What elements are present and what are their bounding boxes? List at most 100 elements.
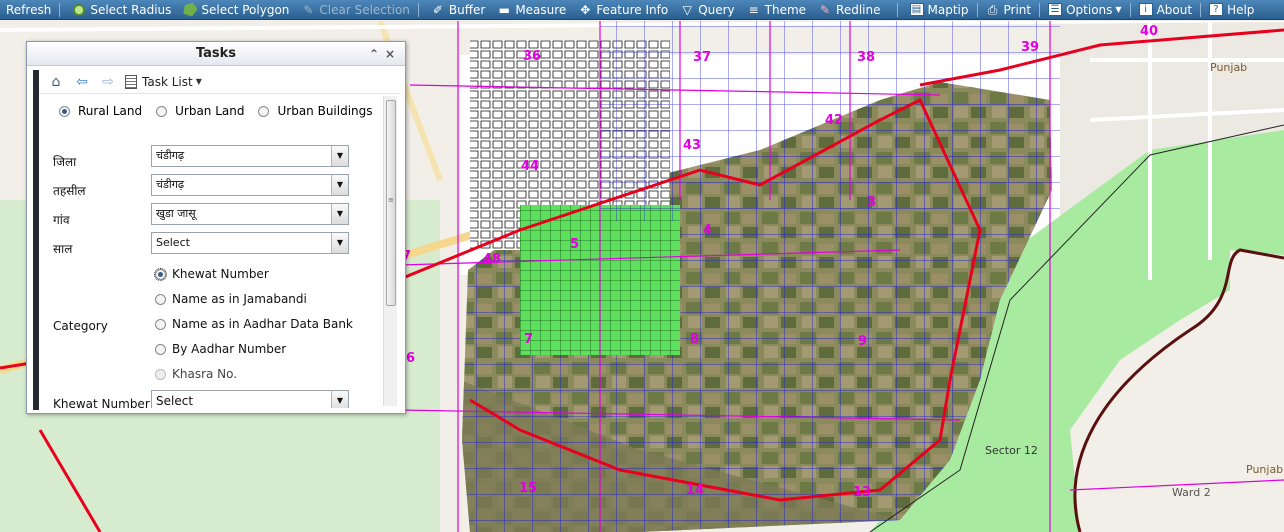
- khewat-number-select[interactable]: Select ▼: [151, 390, 349, 408]
- tehsil-label: तहसील: [53, 184, 86, 198]
- radio-button[interactable]: [155, 293, 166, 305]
- forward-arrow-icon[interactable]: ⇨: [99, 74, 117, 90]
- radio-button[interactable]: [155, 318, 166, 330]
- category-name-jamabandi[interactable]: Name as in Jamabandi: [155, 292, 307, 306]
- clear-selection-button[interactable]: ✎ Clear Selection: [295, 0, 416, 20]
- maptip-icon: ▤: [909, 3, 924, 16]
- task-navigation-bar: ⌂ ⇦ ⇨ Task List ▼: [39, 70, 399, 94]
- map-label-14: 14: [686, 483, 704, 498]
- radio-urban-land[interactable]: Urban Land: [156, 104, 244, 118]
- category-name-aadhar[interactable]: Name as in Aadhar Data Bank: [155, 317, 353, 331]
- category-khasra-no[interactable]: Khasra No.: [155, 367, 237, 381]
- buffer-icon: ✐: [432, 2, 443, 17]
- redline-button[interactable]: ✎ Redline: [812, 0, 886, 20]
- radio-urban-buildings[interactable]: Urban Buildings: [258, 104, 373, 118]
- radio-button[interactable]: [154, 267, 167, 281]
- category-aadhar-number[interactable]: By Aadhar Number: [155, 342, 286, 356]
- select-radius-icon: [72, 2, 87, 17]
- select-polygon-icon: [183, 2, 198, 17]
- radio-button[interactable]: [156, 105, 168, 117]
- map-toolbar: Refresh Select Radius Select Polygon ✎ C…: [0, 0, 1284, 20]
- map-label-15: 15: [519, 481, 537, 496]
- map-label-3: 3: [867, 195, 876, 210]
- year-label: साल: [53, 242, 73, 256]
- select-polygon-button[interactable]: Select Polygon: [177, 0, 295, 20]
- print-button[interactable]: ⎙ Print: [980, 0, 1038, 20]
- map-label-9: 9: [858, 334, 867, 349]
- chevron-down-icon[interactable]: ▼: [331, 391, 348, 408]
- ward-2-label: Ward 2: [1172, 486, 1211, 499]
- punjab-label: Punjab: [1210, 61, 1247, 74]
- map-label-6: 6: [406, 351, 415, 366]
- toolbar-separator: [417, 2, 419, 17]
- task-list-button[interactable]: Task List ▼: [125, 74, 202, 89]
- map-label-13: 13: [853, 485, 871, 500]
- category-label: Category: [53, 319, 108, 333]
- year-select[interactable]: Select ▼: [151, 232, 349, 254]
- select-radius-button[interactable]: Select Radius: [66, 0, 177, 20]
- village-select[interactable]: खुडा जासू ▼: [151, 203, 349, 225]
- back-arrow-icon[interactable]: ⇦: [73, 74, 91, 90]
- radio-button[interactable]: [155, 368, 166, 380]
- map-label-40: 40: [1140, 24, 1158, 39]
- toolbar-separator: [1200, 2, 1202, 17]
- radio-button[interactable]: [59, 105, 70, 117]
- map-label-36: 36: [523, 49, 541, 64]
- chevron-down-icon[interactable]: ▼: [331, 146, 348, 166]
- map-label-5: 5: [570, 237, 579, 252]
- home-icon[interactable]: ⌂: [47, 74, 65, 90]
- toolbar-separator: [1129, 2, 1131, 17]
- refresh-button[interactable]: Refresh: [0, 0, 57, 20]
- task-form-scrollbar[interactable]: ≡: [383, 96, 397, 406]
- theme-icon: ≡: [748, 2, 759, 17]
- chevron-down-icon[interactable]: ▼: [331, 204, 348, 224]
- tasks-panel-header[interactable]: Tasks ⌃ ×: [27, 42, 405, 66]
- category-khewat-number[interactable]: Khewat Number: [154, 267, 269, 281]
- land-type-radio-group: Rural Land Urban Land Urban Buildings: [59, 104, 387, 118]
- help-icon: ?: [1209, 3, 1224, 16]
- tehsil-select[interactable]: चंडीगढ़ ▼: [151, 174, 349, 196]
- task-form: Rural Land Urban Land Urban Buildings जि…: [39, 96, 389, 408]
- clear-selection-icon: ✎: [303, 2, 314, 17]
- feature-info-button[interactable]: ✥ Feature Info: [572, 0, 674, 20]
- query-button[interactable]: ▽ Query: [674, 0, 740, 20]
- tasks-panel: Tasks ⌃ × ⌂ ⇦ ⇨ Task List ▼ Rural Land U…: [26, 41, 406, 414]
- printer-icon: ⎙: [987, 2, 998, 17]
- map-label-38: 38: [857, 50, 875, 65]
- chevron-down-icon[interactable]: ▼: [331, 175, 348, 195]
- feature-info-icon: ✥: [580, 2, 591, 17]
- grip-icon: ≡: [388, 196, 394, 204]
- collapse-icon[interactable]: ⌃: [369, 42, 379, 66]
- district-select[interactable]: चंडीगढ़ ▼: [151, 145, 349, 167]
- map-label-7: 7: [524, 332, 533, 347]
- tasks-panel-title: Tasks: [195, 46, 237, 61]
- map-label-48: 48: [483, 252, 501, 267]
- punjab-label-2: Punjab: [1246, 463, 1283, 476]
- tasks-panel-body: ⌂ ⇦ ⇨ Task List ▼ Rural Land Urban Land: [33, 70, 399, 410]
- radio-button[interactable]: [155, 343, 166, 355]
- radio-button[interactable]: [258, 105, 270, 117]
- chevron-down-icon[interactable]: ▼: [331, 233, 348, 253]
- options-button[interactable]: ☰ Options ▼: [1042, 0, 1127, 20]
- toolbar-separator: [1039, 2, 1041, 17]
- funnel-icon: ▽: [682, 2, 692, 17]
- info-icon: i: [1138, 3, 1153, 16]
- chevron-down-icon: ▼: [1115, 5, 1122, 14]
- district-label: जिला: [53, 155, 77, 169]
- map-label-4: 4: [703, 223, 712, 238]
- about-button[interactable]: i About: [1133, 0, 1198, 20]
- radio-rural-land[interactable]: Rural Land: [59, 104, 142, 118]
- map-label-37: 37: [693, 50, 711, 65]
- toolbar-separator: [896, 2, 898, 17]
- theme-button[interactable]: ≡ Theme: [741, 0, 812, 20]
- buffer-button[interactable]: ✐ Buffer: [425, 0, 491, 20]
- task-list-icon: [125, 74, 137, 89]
- close-icon[interactable]: ×: [385, 42, 395, 66]
- map-label-39: 39: [1021, 40, 1039, 55]
- toolbar-separator: [976, 2, 978, 17]
- scrollbar-thumb[interactable]: ≡: [386, 100, 396, 306]
- measure-button[interactable]: ▬ Measure: [491, 0, 572, 20]
- help-button[interactable]: ? Help: [1203, 0, 1260, 20]
- maptip-button[interactable]: ▤ Maptip: [904, 0, 975, 20]
- chevron-down-icon: ▼: [195, 77, 202, 86]
